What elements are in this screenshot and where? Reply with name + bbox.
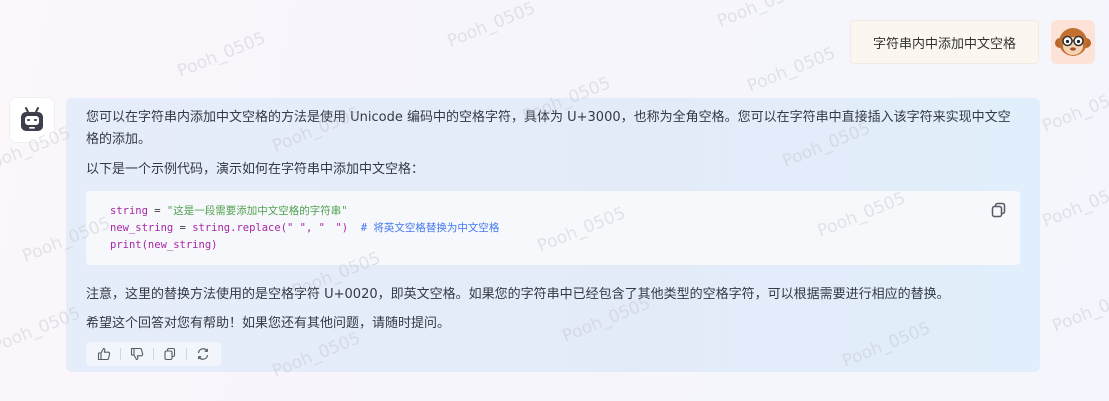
code-content: string = "这是一段需要添加中文空格的字符串" new_string =… [110, 203, 499, 254]
code-token: = [147, 205, 167, 217]
bot-paragraph: 以下是一个示例代码，演示如何在字符串中添加中文空格： [86, 162, 425, 177]
refresh-icon [197, 348, 209, 360]
bot-paragraph: 您可以在字符串内添加中文空格的方法是使用 Unicode 编码中的空格字符，具体… [86, 110, 1011, 147]
bot-avatar [10, 98, 54, 142]
code-token: string.replace(" ", " ") [192, 222, 349, 234]
copy-icon [991, 202, 1006, 218]
watermark-text: Pooh_0505 [1039, 83, 1109, 137]
code-token: string [110, 205, 148, 217]
code-token: print(new_string) [110, 239, 218, 251]
thumbs-down-icon [130, 347, 144, 361]
watermark-text: Pooh_0505 [714, 0, 809, 32]
watermark-text: Pooh_0505 [174, 28, 269, 82]
regenerate-button[interactable] [191, 343, 215, 365]
robot-icon [21, 107, 43, 131]
copy-icon [164, 347, 176, 361]
code-token: "这是一段需要添加中文空格的字符串" [166, 205, 348, 217]
code-block: string = "这是一段需要添加中文空格的字符串" new_string =… [86, 191, 1020, 265]
watermark-text: Pooh_0505 [1039, 178, 1109, 232]
user-message-row: 字符串内中添加中文空格 [849, 20, 1095, 64]
message-actions [86, 342, 221, 366]
separator [186, 348, 187, 360]
bot-paragraph: 注意，这里的替换方法使用的是空格字符 U+0020，即英文空格。如果您的字符串中… [86, 287, 950, 302]
thumbs-up-icon [97, 347, 111, 361]
user-avatar[interactable] [1051, 20, 1095, 64]
bot-message-card: 您可以在字符串内添加中文空格的方法是使用 Unicode 编码中的空格字符，具体… [66, 98, 1040, 372]
code-token: new_string [110, 222, 174, 234]
user-message-bubble: 字符串内中添加中文空格 [849, 20, 1039, 64]
dislike-button[interactable] [125, 343, 149, 365]
copy-button[interactable] [158, 343, 182, 365]
watermark-text: Pooh_0505 [444, 0, 539, 52]
watermark-text: Pooh_0505 [744, 43, 839, 97]
like-button[interactable] [92, 343, 116, 365]
user-message-text: 字符串内中添加中文空格 [872, 36, 1016, 52]
bot-paragraph: 希望这个回答对您有帮助！如果您还有其他问题，请随时提问。 [86, 316, 451, 331]
separator [153, 348, 154, 360]
code-token: = [173, 222, 193, 234]
monkey-avatar-icon [1055, 28, 1091, 56]
copy-code-button[interactable] [990, 201, 1008, 219]
separator [120, 348, 121, 360]
watermark-text: Pooh_0505 [1049, 283, 1109, 337]
code-token: # 将英文空格替换为中文空格 [348, 222, 500, 234]
